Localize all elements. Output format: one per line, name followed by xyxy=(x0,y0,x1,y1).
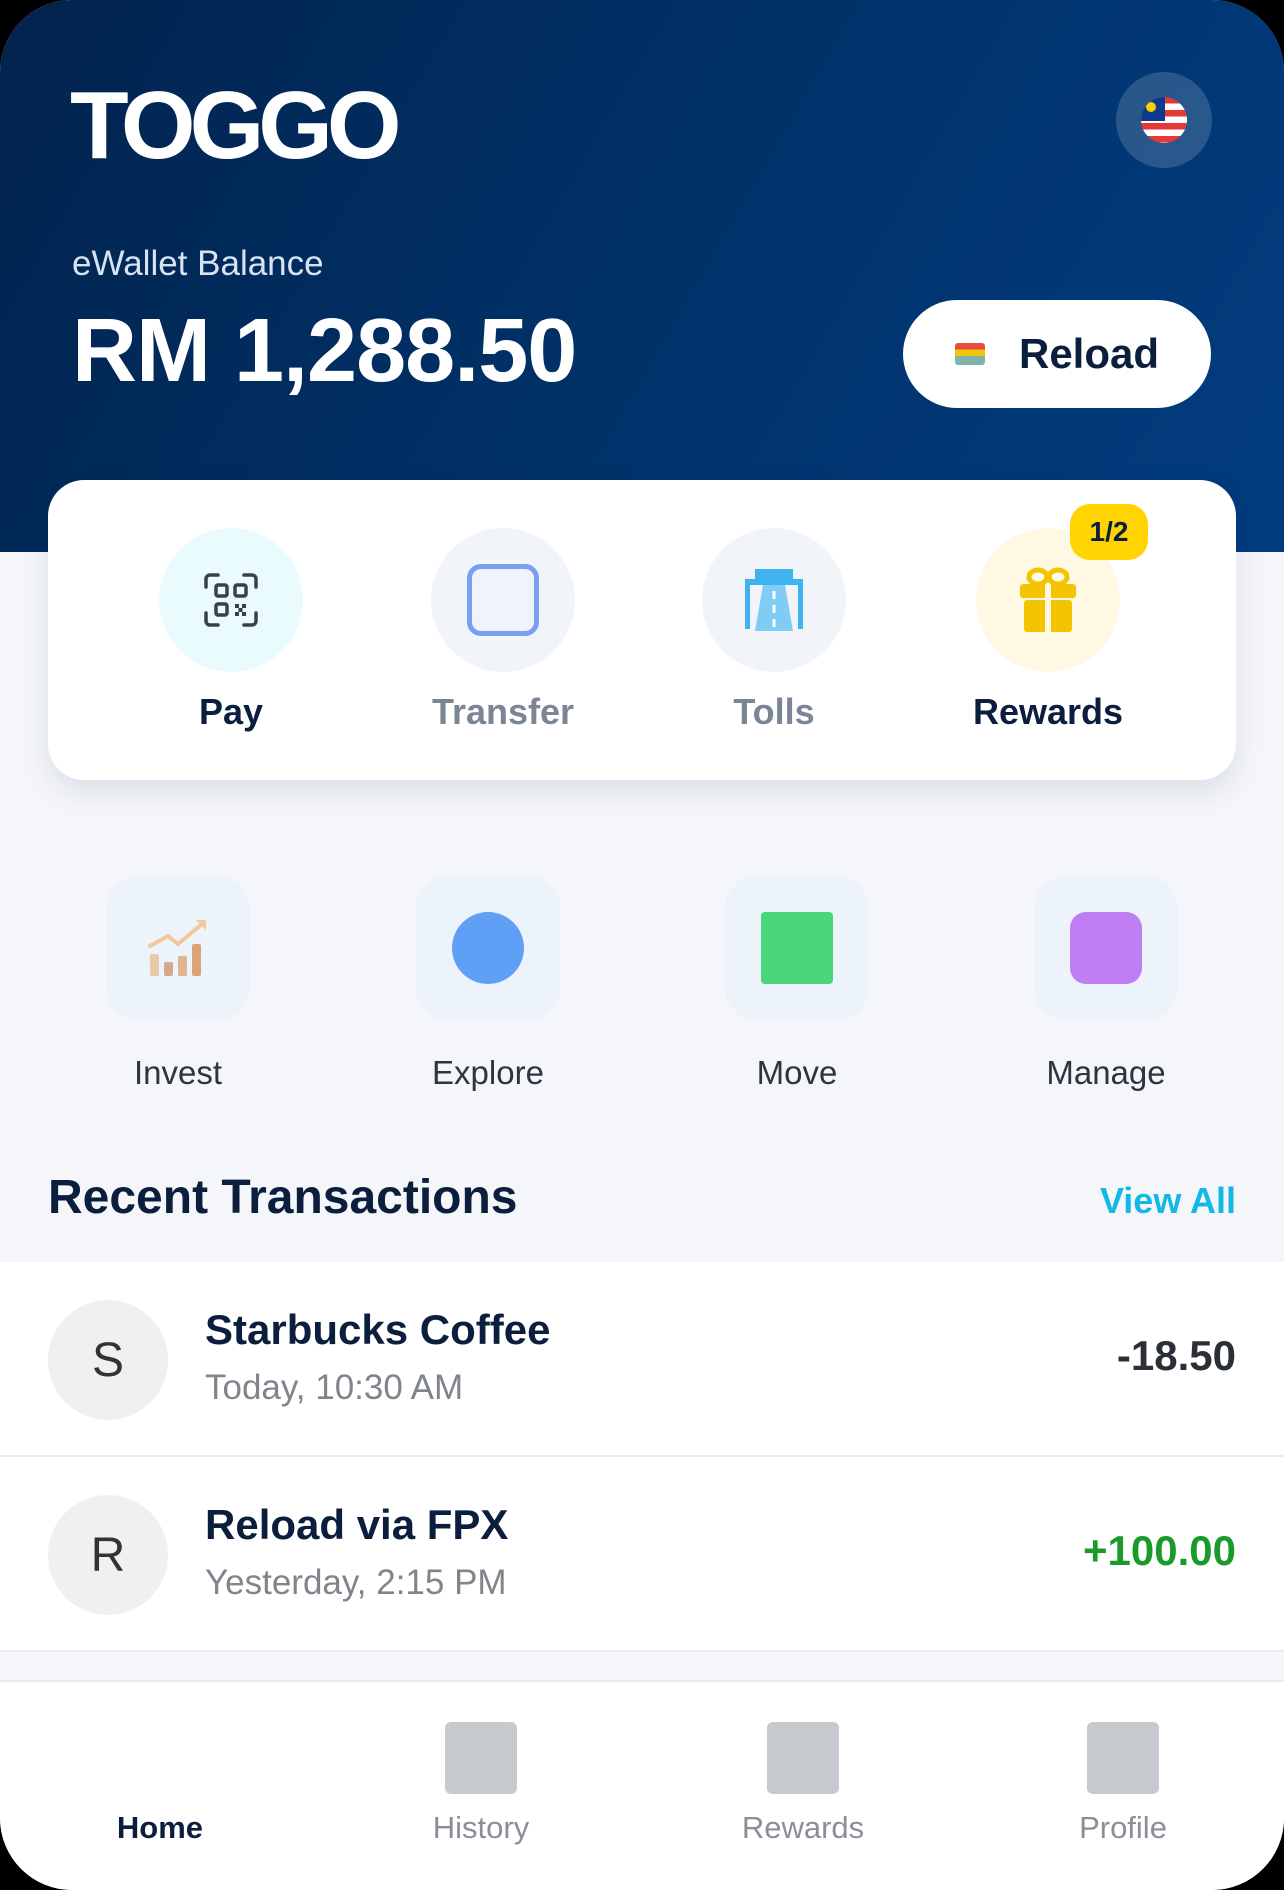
transaction-list: S Starbucks Coffee Today, 10:30 AM -18.5… xyxy=(0,1262,1284,1652)
balance-amount: RM 1,288.50 xyxy=(72,301,577,401)
home-icon xyxy=(124,1722,196,1794)
profile-icon xyxy=(1087,1722,1159,1794)
balance-label: eWallet Balance xyxy=(72,244,324,283)
explore-icon xyxy=(416,876,560,1020)
transaction-name: Reload via FPX xyxy=(205,1501,509,1548)
nav-label: History xyxy=(432,1810,530,1845)
service-label: Move xyxy=(756,1054,838,1091)
history-icon xyxy=(445,1722,517,1794)
transaction-time: Today, 10:30 AM xyxy=(205,1368,464,1407)
quick-actions-card: Pay Transfer Tolls Rewards xyxy=(48,480,1236,780)
app-screen: TOGGO eWallet Balance RM 1,288.50 Reload xyxy=(0,0,1284,1890)
quick-action-label: Tolls xyxy=(733,691,815,732)
toggo-logo: TOGGO xyxy=(70,72,402,179)
nav-label: Home xyxy=(116,1810,204,1845)
service-label: Invest xyxy=(133,1054,223,1091)
reload-label: Reload xyxy=(1018,330,1160,377)
bottom-navigation: Home History Rewards Profile xyxy=(0,1680,1284,1890)
quick-action-transfer[interactable]: Transfer xyxy=(403,528,603,733)
toll-road-icon xyxy=(702,528,846,672)
nav-label: Profile xyxy=(1079,1810,1167,1845)
quick-action-label: Pay xyxy=(198,691,264,732)
reload-button[interactable]: Reload xyxy=(903,300,1211,408)
transaction-amount: -18.50 xyxy=(1116,1332,1236,1379)
service-label: Explore xyxy=(432,1054,544,1091)
move-icon xyxy=(725,876,869,1020)
nav-label: Rewards xyxy=(741,1810,865,1845)
view-all-link[interactable]: View All xyxy=(1100,1180,1236,1222)
wallet-header: TOGGO eWallet Balance RM 1,288.50 Reload xyxy=(0,0,1284,552)
qr-code-icon xyxy=(159,528,303,672)
transaction-row[interactable]: S Starbucks Coffee Today, 10:30 AM -18.5… xyxy=(0,1262,1284,1457)
transaction-row[interactable]: R Reload via FPX Yesterday, 2:15 PM +100… xyxy=(0,1457,1284,1652)
nav-home[interactable]: Home xyxy=(40,1722,280,1846)
service-explore[interactable]: Explore xyxy=(378,876,598,1092)
language-button[interactable] xyxy=(1116,72,1212,168)
quick-action-tolls[interactable]: Tolls xyxy=(674,528,874,733)
transaction-time: Yesterday, 2:15 PM xyxy=(205,1563,507,1602)
quick-action-pay[interactable]: Pay xyxy=(131,528,331,733)
recent-transactions-title: Recent Transactions xyxy=(48,1171,518,1224)
quick-action-label: Transfer xyxy=(431,691,575,732)
transaction-name: Starbucks Coffee xyxy=(205,1306,551,1353)
malaysia-flag-icon xyxy=(1141,97,1187,143)
transaction-avatar: S xyxy=(48,1300,168,1420)
nav-profile[interactable]: Profile xyxy=(1003,1722,1243,1846)
wallet-icon xyxy=(954,343,985,365)
service-invest[interactable]: Invest xyxy=(68,876,288,1092)
service-manage[interactable]: Manage xyxy=(996,876,1216,1092)
rewards-badge: 1/2 xyxy=(1070,504,1148,560)
chart-growth-icon xyxy=(106,876,250,1020)
transfer-icon xyxy=(431,528,575,672)
quick-action-label: Rewards xyxy=(972,691,1124,732)
nav-history[interactable]: History xyxy=(361,1722,601,1846)
transaction-avatar: R xyxy=(48,1495,168,1615)
nav-rewards[interactable]: Rewards xyxy=(683,1722,923,1846)
manage-icon xyxy=(1034,876,1178,1020)
service-move[interactable]: Move xyxy=(687,876,907,1092)
rewards-icon xyxy=(767,1722,839,1794)
transaction-amount: +100.00 xyxy=(1083,1527,1236,1574)
service-label: Manage xyxy=(1046,1054,1166,1091)
